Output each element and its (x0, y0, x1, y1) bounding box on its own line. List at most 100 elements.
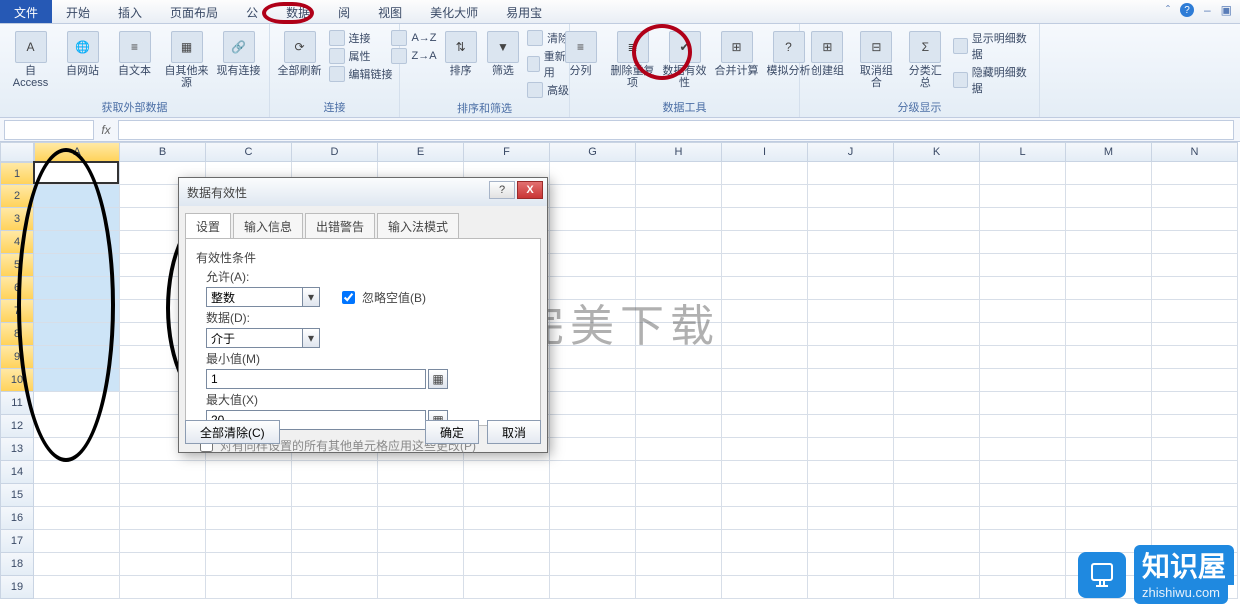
tab-review[interactable]: 阅 (324, 0, 364, 23)
cell[interactable] (980, 507, 1066, 530)
btn-hide-detail[interactable]: 隐藏明细数据 (953, 64, 1033, 96)
cell[interactable] (34, 415, 120, 438)
cell[interactable] (894, 576, 980, 599)
tab-yiyongbao[interactable]: 易用宝 (492, 0, 556, 23)
cell[interactable] (808, 323, 894, 346)
cell[interactable] (980, 162, 1066, 185)
cell[interactable] (894, 484, 980, 507)
cell[interactable] (894, 162, 980, 185)
cell[interactable] (34, 369, 120, 392)
cell[interactable] (980, 185, 1066, 208)
row-header-8[interactable]: 8 (0, 323, 34, 346)
cell[interactable] (808, 277, 894, 300)
cell[interactable] (1066, 185, 1152, 208)
cell[interactable] (636, 553, 722, 576)
btn-ungroup[interactable]: ⊟取消组合 (855, 28, 898, 89)
cell[interactable] (292, 576, 378, 599)
btn-sort-desc[interactable]: Z→A (391, 48, 436, 64)
cell[interactable] (808, 530, 894, 553)
cell[interactable] (722, 369, 808, 392)
chevron-down-icon[interactable]: ▾ (302, 287, 320, 307)
btn-show-detail[interactable]: 显示明细数据 (953, 30, 1033, 62)
cell[interactable] (980, 461, 1066, 484)
cell[interactable] (378, 507, 464, 530)
cell[interactable] (636, 369, 722, 392)
cell[interactable] (1152, 415, 1238, 438)
row-header-3[interactable]: 3 (0, 208, 34, 231)
cell[interactable] (980, 208, 1066, 231)
cell[interactable] (894, 553, 980, 576)
row-header-19[interactable]: 19 (0, 576, 34, 599)
cell[interactable] (464, 461, 550, 484)
cell[interactable] (34, 300, 120, 323)
cell[interactable] (808, 415, 894, 438)
btn-from-other[interactable]: ▦自其他来源 (164, 28, 210, 89)
cell[interactable] (1152, 162, 1238, 185)
btn-existing-conn[interactable]: 🔗现有连接 (216, 28, 262, 77)
fx-icon[interactable]: fx (94, 123, 118, 137)
row-header-9[interactable]: 9 (0, 346, 34, 369)
cell[interactable] (636, 507, 722, 530)
col-header-A[interactable]: A (34, 142, 120, 162)
cell[interactable] (636, 323, 722, 346)
cell[interactable] (1152, 185, 1238, 208)
row-header-16[interactable]: 16 (0, 507, 34, 530)
cell[interactable] (34, 277, 120, 300)
cell[interactable] (894, 461, 980, 484)
cell[interactable] (980, 484, 1066, 507)
cell[interactable] (34, 208, 120, 231)
cell[interactable] (808, 507, 894, 530)
row-header-13[interactable]: 13 (0, 438, 34, 461)
dialog-tab-error-alert[interactable]: 出错警告 (305, 213, 375, 239)
cell[interactable] (894, 277, 980, 300)
dialog-titlebar[interactable]: 数据有效性 ? X (179, 178, 547, 206)
cell[interactable] (808, 346, 894, 369)
cell[interactable] (980, 300, 1066, 323)
allow-combo[interactable]: ▾ (206, 287, 320, 307)
cell[interactable] (378, 530, 464, 553)
cell[interactable] (980, 369, 1066, 392)
cell[interactable] (636, 392, 722, 415)
cell[interactable] (636, 231, 722, 254)
allow-input[interactable] (206, 287, 302, 307)
cell[interactable] (378, 461, 464, 484)
cell[interactable] (636, 208, 722, 231)
cell[interactable] (1066, 484, 1152, 507)
range-picker-icon[interactable]: ▦ (428, 369, 448, 389)
cell[interactable] (1066, 231, 1152, 254)
ok-button[interactable]: 确定 (425, 420, 479, 444)
btn-edit-links[interactable]: 编辑链接 (329, 66, 393, 82)
cell[interactable] (464, 576, 550, 599)
cell[interactable] (636, 277, 722, 300)
cell[interactable] (550, 323, 636, 346)
cell[interactable] (1066, 438, 1152, 461)
cell[interactable] (980, 254, 1066, 277)
col-header-H[interactable]: H (636, 142, 722, 162)
cell[interactable] (808, 438, 894, 461)
cell[interactable] (722, 484, 808, 507)
dialog-tab-input-message[interactable]: 输入信息 (233, 213, 303, 239)
cell[interactable] (808, 162, 894, 185)
cell[interactable] (1066, 346, 1152, 369)
name-box[interactable] (4, 120, 94, 140)
col-header-I[interactable]: I (722, 142, 808, 162)
formula-input[interactable] (118, 120, 1234, 140)
cell[interactable] (550, 392, 636, 415)
cell[interactable] (722, 277, 808, 300)
cell[interactable] (722, 254, 808, 277)
cell[interactable] (722, 208, 808, 231)
cell[interactable] (120, 576, 206, 599)
cell[interactable] (550, 576, 636, 599)
cell[interactable] (292, 553, 378, 576)
cell[interactable] (808, 461, 894, 484)
cell[interactable] (894, 231, 980, 254)
cell[interactable] (722, 438, 808, 461)
cell[interactable] (722, 530, 808, 553)
cell[interactable] (34, 576, 120, 599)
cell[interactable] (636, 415, 722, 438)
cell[interactable] (1152, 438, 1238, 461)
dialog-tab-settings[interactable]: 设置 (185, 213, 231, 239)
cell[interactable] (292, 461, 378, 484)
cell[interactable] (808, 300, 894, 323)
ignore-blank-checkbox[interactable]: 忽略空值(B) (338, 288, 426, 307)
